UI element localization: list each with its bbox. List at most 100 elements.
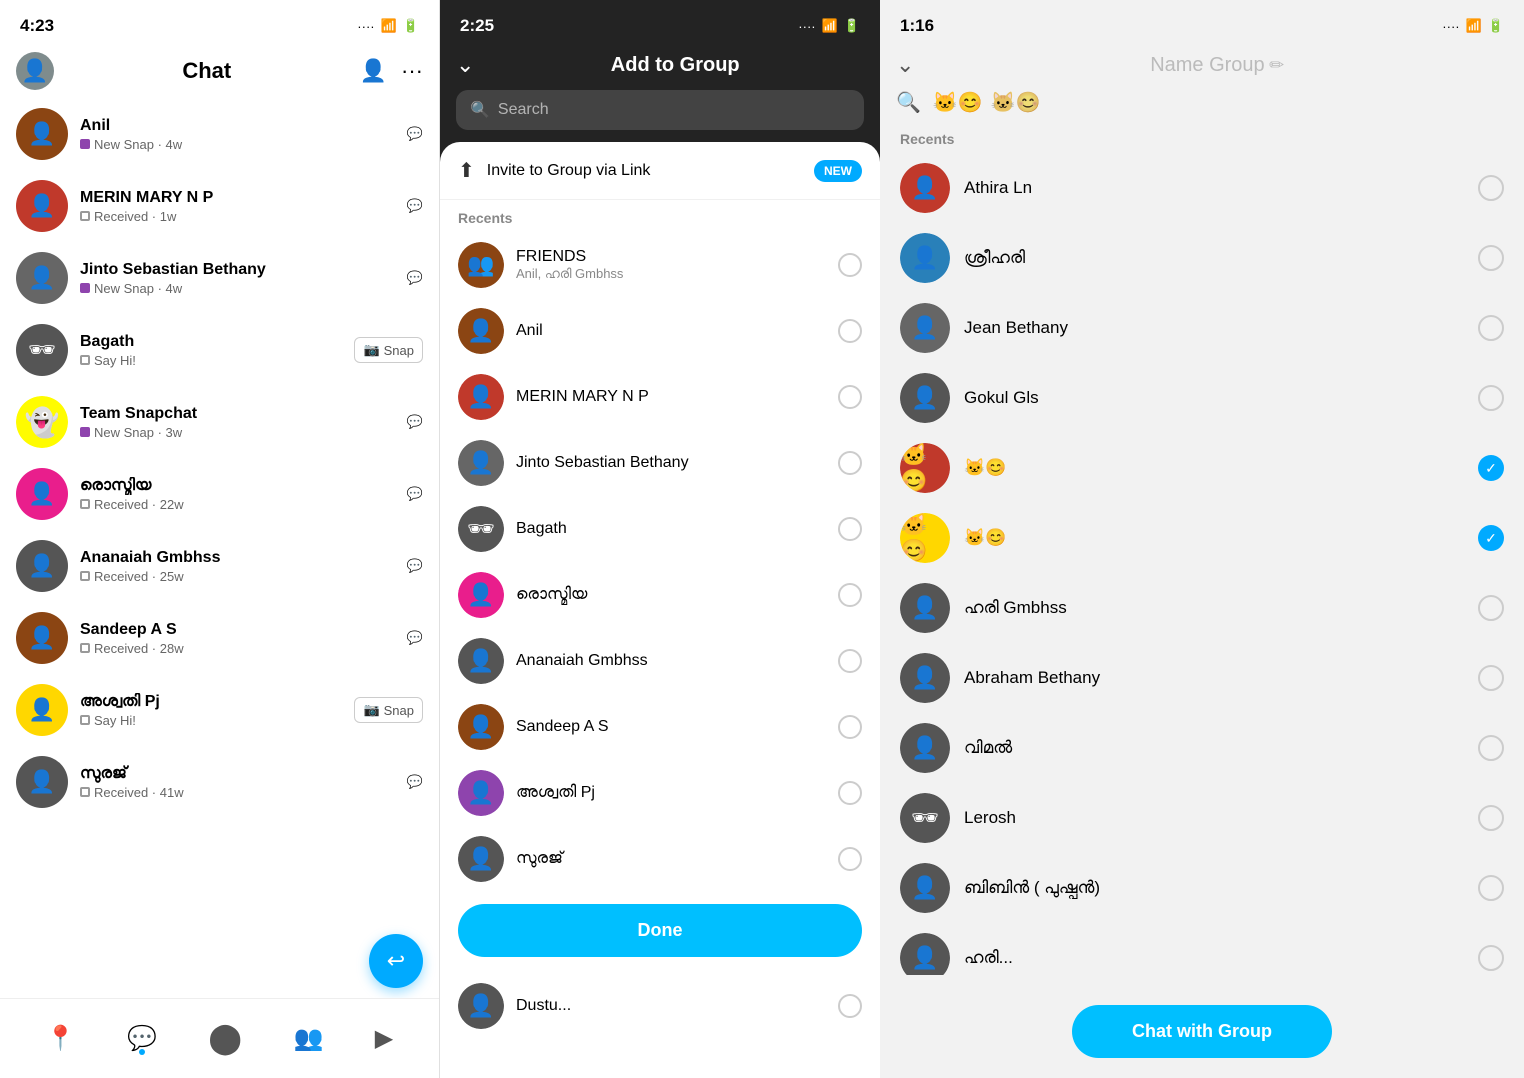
modal-sandeep-radio[interactable] (838, 715, 862, 739)
add-friend-button[interactable]: 👤 (360, 58, 387, 84)
friends-group-radio[interactable] (838, 253, 862, 277)
more-options-button[interactable]: ··· (401, 58, 423, 84)
rp-athira-check[interactable] (1478, 175, 1504, 201)
chat-item-jinto[interactable]: 👤 Jinto Sebastian Bethany New Snap · 4w … (0, 242, 439, 314)
modal-ananaiah-radio[interactable] (838, 649, 862, 673)
rp-bibin-check[interactable] (1478, 875, 1504, 901)
modal-bagath-radio[interactable] (838, 517, 862, 541)
friends-group-avatar: 👥 (458, 242, 504, 288)
modal-item-merin[interactable]: 👤 MERIN MARY N P (440, 364, 880, 430)
modal-anil-radio[interactable] (838, 319, 862, 343)
modal-item-sandeep[interactable]: 👤 Sandeep A S (440, 694, 880, 760)
emoji-filter-2[interactable]: 🐱😊 (991, 90, 1041, 115)
jinto-action: 💬 (407, 270, 423, 286)
rp-item-srihari[interactable]: 👤 ശ്രീഹരി (880, 223, 1524, 293)
rp-item-hari2[interactable]: 👤 ഹരി... (880, 923, 1524, 975)
invite-to-group-row[interactable]: ⬆ Invite to Group via Link NEW (440, 142, 880, 200)
modal-aswathi-radio[interactable] (838, 781, 862, 805)
rp-hari-check[interactable] (1478, 595, 1504, 621)
modal-item-jinto[interactable]: 👤 Jinto Sebastian Bethany (440, 430, 880, 496)
rp-item-emoji2[interactable]: 🐱😊 🐱😊 ✓ (880, 503, 1524, 573)
modal-jinto-radio[interactable] (838, 451, 862, 475)
ros-status-text: Received · 22w (94, 497, 184, 512)
rp-item-vimal[interactable]: 👤 വിമൽ (880, 713, 1524, 783)
suraj-name: സുരജ് (80, 765, 395, 783)
compose-fab[interactable]: ↩ (369, 934, 423, 988)
friends-group-sub: Anil, ഹരി Gmbhss (516, 266, 826, 282)
right-status-bar: 1:16 ···· 📶 🔋 (880, 0, 1524, 44)
sandeep-action: 💬 (407, 630, 423, 646)
modal-back-button[interactable]: ⌄ (456, 52, 474, 78)
right-search-icon[interactable]: 🔍 (896, 90, 921, 115)
rp-item-abraham[interactable]: 👤 Abraham Bethany (880, 643, 1524, 713)
bagath-status-text: Say Hi! (94, 353, 136, 368)
chat-item-suraj[interactable]: 👤 സുരജ് Received · 41w 💬 (0, 746, 439, 818)
done-button-wrap: Done (440, 892, 880, 973)
rp-hari2-avatar: 👤 (900, 933, 950, 975)
chat-item-ros[interactable]: 👤 രൊസ്മിയ Received · 22w 💬 (0, 458, 439, 530)
nav-camera[interactable]: ⬤ (208, 1021, 242, 1056)
modal-bagath-name: Bagath (516, 520, 826, 538)
rp-emoji1-check[interactable]: ✓ (1478, 455, 1504, 481)
modal-item-bagath[interactable]: 🕶 Bagath (440, 496, 880, 562)
modal-item-friends[interactable]: 👥 FRIENDS Anil, ഹരി Gmbhss (440, 232, 880, 298)
rp-hari2-check[interactable] (1478, 945, 1504, 971)
chat-with-group-button[interactable]: Chat with Group (1072, 1005, 1332, 1058)
rp-lerosh-check[interactable] (1478, 805, 1504, 831)
rp-item-bibin[interactable]: 👤 ബിബിൻ ( പുഷ്പൻ) (880, 853, 1524, 923)
modal-item-ananaiah[interactable]: 👤 Ananaiah Gmbhss (440, 628, 880, 694)
aswathi-snap-button[interactable]: 📷 Snap (354, 697, 423, 723)
chat-title: Chat (66, 58, 348, 84)
suraj-status-dot (80, 787, 90, 797)
modal-item-suraj[interactable]: 👤 സുരജ് (440, 826, 880, 892)
rp-jean-check[interactable] (1478, 315, 1504, 341)
done-button[interactable]: Done (458, 904, 862, 957)
nav-chat[interactable]: 💬 (127, 1024, 157, 1053)
rp-abraham-check[interactable] (1478, 665, 1504, 691)
emoji-filter-1[interactable]: 🐱😊 (933, 90, 983, 115)
rp-item-lerosh[interactable]: 🕶 Lerosh (880, 783, 1524, 853)
rp-srihari-check[interactable] (1478, 245, 1504, 271)
chat-item-bagath[interactable]: 🕶 Bagath Say Hi! 📷 Snap (0, 314, 439, 386)
modal-dustin-radio[interactable] (838, 994, 862, 1018)
rp-item-emoji1[interactable]: 🐱😊 🐱😊 ✓ (880, 433, 1524, 503)
modal-suraj-radio[interactable] (838, 847, 862, 871)
nav-friends[interactable]: 👥 (293, 1024, 323, 1053)
rp-item-jean[interactable]: 👤 Jean Bethany (880, 293, 1524, 363)
r-wifi-icon: 📶 (1466, 18, 1482, 34)
modal-item-ros[interactable]: 👤 രൊസ്മിയ (440, 562, 880, 628)
map-icon: 📍 (46, 1024, 76, 1053)
edit-group-name-icon[interactable]: ✏ (1269, 55, 1284, 75)
rp-emoji2-check[interactable]: ✓ (1478, 525, 1504, 551)
chat-item-anil[interactable]: 👤 Anil New Snap · 4w 💬 (0, 98, 439, 170)
right-back-button[interactable]: ⌄ (896, 52, 914, 78)
chat-item-merin[interactable]: 👤 MERIN MARY N P Received · 1w 💬 (0, 170, 439, 242)
chat-item-ananaiah[interactable]: 👤 Ananaiah Gmbhss Received · 25w 💬 (0, 530, 439, 602)
modal-item-dustin[interactable]: 👤 Dustu... (440, 973, 880, 1039)
user-avatar[interactable]: 👤 (16, 52, 54, 90)
chat-item-aswathi[interactable]: 👤 അശ്വതി Pj Say Hi! 📷 Snap (0, 674, 439, 746)
chat-item-sandeep[interactable]: 👤 Sandeep A S Received · 28w 💬 (0, 602, 439, 674)
header-actions: 👤 ··· (360, 58, 423, 84)
modal-item-anil[interactable]: 👤 Anil (440, 298, 880, 364)
nav-stories[interactable]: ▶ (375, 1024, 393, 1053)
rp-bibin-avatar: 👤 (900, 863, 950, 913)
modal-ros-radio[interactable] (838, 583, 862, 607)
bagath-snap-button[interactable]: 📷 Snap (354, 337, 423, 363)
modal-item-aswathi[interactable]: 👤 അശ്വതി Pj (440, 760, 880, 826)
modal-search-bar[interactable]: 🔍 Search (456, 90, 864, 130)
rp-gokul-check[interactable] (1478, 385, 1504, 411)
rp-item-hari[interactable]: 👤 ഹരി Gmbhss (880, 573, 1524, 643)
chat-item-team-snapchat[interactable]: 👻 Team Snapchat New Snap · 3w 💬 (0, 386, 439, 458)
left-time: 4:23 (20, 16, 54, 36)
ananaiah-status: Received · 25w (80, 569, 395, 584)
rp-vimal-check[interactable] (1478, 735, 1504, 761)
nav-map[interactable]: 📍 (46, 1024, 76, 1053)
modal-merin-radio[interactable] (838, 385, 862, 409)
bagath-avatar: 🕶 (16, 324, 68, 376)
rp-vimal-avatar: 👤 (900, 723, 950, 773)
rp-abraham-name: Abraham Bethany (964, 668, 1464, 688)
rp-item-gokul[interactable]: 👤 Gokul Gls (880, 363, 1524, 433)
rp-athira-name: Athira Ln (964, 178, 1464, 198)
rp-item-athira[interactable]: 👤 Athira Ln (880, 153, 1524, 223)
